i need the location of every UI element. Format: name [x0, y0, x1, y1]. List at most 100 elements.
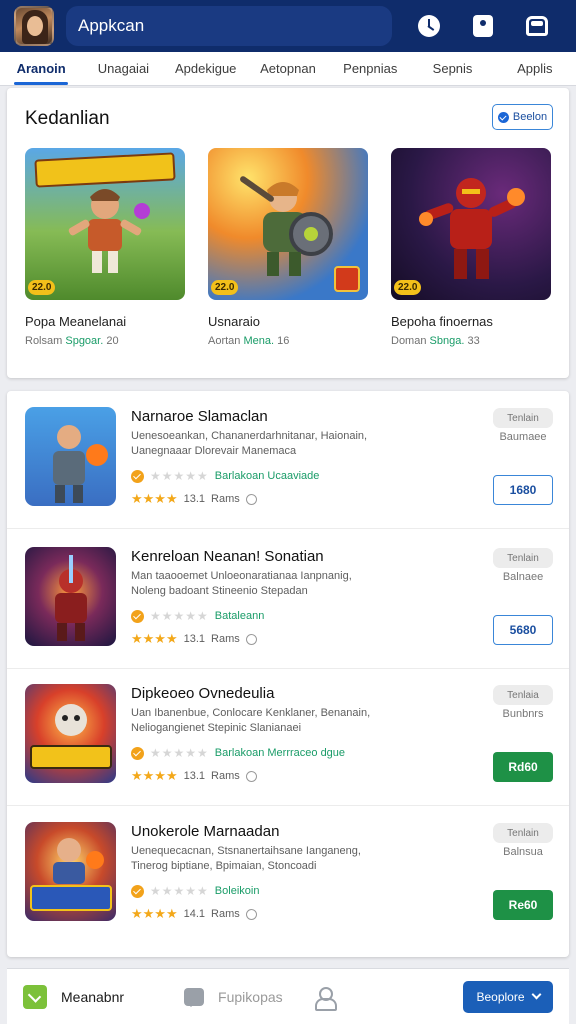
- sale-tag-icon: [334, 266, 360, 292]
- tab-aetopnan[interactable]: Aetopnan: [247, 52, 329, 85]
- category-sub: Baumaee: [499, 431, 547, 443]
- nav-messages[interactable]: Fupikopas: [184, 987, 283, 1007]
- rating-line: ★★★★ 13.1 Rams: [131, 768, 257, 784]
- notifications-button[interactable]: [456, 6, 510, 46]
- rating-line: ★★★★ 13.1 Rams: [131, 491, 257, 507]
- app-thumbnail: [25, 684, 116, 783]
- list-item[interactable]: Unokerole Marnaadan Uenequecacnan, Stsna…: [7, 806, 569, 944]
- featured-card[interactable]: 22.0 Usnaraio Aortan Mena. 16: [208, 148, 368, 347]
- avatar[interactable]: [14, 6, 54, 46]
- rating-badge: 22.0: [211, 280, 239, 295]
- category-tag: Tenlaia: [493, 685, 553, 705]
- empty-stars-icon: ★★★★★: [150, 746, 209, 760]
- search-field[interactable]: Appkcan: [66, 6, 392, 46]
- verified-icon: [131, 469, 144, 483]
- hero-figure: [68, 189, 150, 274]
- clock-icon: [245, 493, 257, 505]
- profile-icon[interactable]: [314, 986, 337, 1011]
- category-tag: Tenlain: [493, 823, 553, 843]
- tab-aranoin[interactable]: Aranoin: [0, 52, 82, 85]
- verified-icon: [131, 884, 144, 898]
- list-item[interactable]: Kenreloan Neanan! Sonatian Man taaooemet…: [7, 531, 569, 669]
- knight-figure: [419, 178, 525, 280]
- star-rating-icon: ★★★★: [131, 491, 178, 506]
- featured-game-name: Usnaraio: [208, 314, 261, 329]
- app-thumbnail: [25, 407, 116, 506]
- bottom-navigation: Meanabnr Fupikopas Beoplore: [7, 968, 569, 1024]
- publisher-line: ★★★★★ Barlakoan Ucaaviade: [131, 469, 319, 483]
- publisher-line: ★★★★★ Bataleann: [131, 609, 264, 623]
- app-description: Man taaooemet Unloeonaratianaa Ianpnanig…: [131, 570, 352, 597]
- app-description: Uenequecacnan, Stsnanertaihsane Ianganen…: [131, 845, 361, 872]
- publisher-line: ★★★★★ Barlakoan Merrraceo dgue: [131, 746, 345, 760]
- app-title: Appkcan: [78, 16, 145, 35]
- tab-applis[interactable]: Applis: [494, 52, 576, 85]
- game-art-image: 22.0: [208, 148, 368, 300]
- app-description: Uenesoeankan, Chananerdarhnitanar, Haion…: [131, 430, 368, 457]
- list-item[interactable]: Dipkeoeo Ovnedeulia Uan Ibanenbue, Conlo…: [7, 668, 569, 806]
- tab-penpnias[interactable]: Penpnias: [329, 52, 411, 85]
- nav-home[interactable]: Meanabnr: [23, 984, 124, 1009]
- game-art-image: 22.0: [391, 148, 551, 300]
- category-tabs: Aranoin Unagaiai Apdekigue Aetopnan Penp…: [0, 52, 576, 86]
- clock-icon: [245, 908, 257, 920]
- featured-action-label: Beelon: [512, 111, 548, 123]
- price-button[interactable]: Rd60: [493, 752, 553, 782]
- featured-game-meta: Rolsam Spgoar. 20: [25, 335, 119, 347]
- chevron-down-icon: [531, 989, 541, 1000]
- bus-icon: [526, 16, 548, 36]
- tab-unagaiai[interactable]: Unagaiai: [82, 52, 164, 85]
- featured-game-name: Bepoha finoernas: [391, 314, 493, 329]
- empty-stars-icon: ★★★★★: [150, 609, 209, 623]
- warrior-figure: [240, 176, 333, 277]
- tab-sepnis[interactable]: Sepnis: [411, 52, 493, 85]
- verified-icon: [131, 746, 144, 760]
- app-thumbnail: [25, 547, 116, 646]
- featured-game-meta: Aortan Mena. 16: [208, 335, 290, 347]
- rating-badge: 22.0: [394, 280, 422, 295]
- tab-apdekigue[interactable]: Apdekigue: [165, 52, 247, 85]
- transport-button[interactable]: [510, 6, 564, 46]
- price-button[interactable]: 1680: [493, 475, 553, 505]
- rating-line: ★★★★ 14.1 Rams: [131, 906, 257, 922]
- rating-line: ★★★★ 13.1 Rams: [131, 631, 257, 647]
- price-button[interactable]: 5680: [493, 615, 553, 645]
- app-list: Narnaroe Slamaclan Uenesoeankan, Chanane…: [7, 391, 569, 957]
- history-button[interactable]: [402, 6, 456, 46]
- app-title: Narnaroe Slamaclan: [131, 408, 268, 425]
- featured-card[interactable]: 22.0 Popa Meanelanai Rolsam Spgoar. 20: [25, 148, 185, 347]
- section-title: Kedanlian: [25, 108, 110, 129]
- featured-game-name: Popa Meanelanai: [25, 314, 127, 329]
- home-check-icon: [23, 984, 47, 1009]
- game-art-image: 22.0: [25, 148, 185, 300]
- check-icon: [497, 111, 509, 123]
- star-rating-icon: ★★★★: [131, 631, 178, 646]
- clock-icon: [245, 770, 257, 782]
- featured-game-meta: Doman Sbnga. 33: [391, 335, 480, 347]
- clock-icon: [418, 15, 440, 37]
- featured-section: Kedanlian Beelon 22.0 Popa Meanelanai Ro…: [7, 88, 569, 378]
- empty-stars-icon: ★★★★★: [150, 884, 209, 898]
- featured-card[interactable]: 22.0 Bepoha finoernas Doman Sbnga. 33: [391, 148, 551, 347]
- app-description: Uan Ibanenbue, Conlocare Kenklaner, Bena…: [131, 707, 371, 734]
- category-tag: Tenlain: [493, 548, 553, 568]
- list-item[interactable]: Narnaroe Slamaclan Uenesoeankan, Chanane…: [7, 391, 569, 529]
- star-rating-icon: ★★★★: [131, 768, 178, 783]
- clock-icon: [245, 633, 257, 645]
- app-title: Dipkeoeo Ovnedeulia: [131, 685, 275, 702]
- badge-icon: [473, 15, 493, 37]
- publisher-line: ★★★★★ Boleikoin: [131, 884, 259, 898]
- app-title: Unokerole Marnaadan: [131, 823, 280, 840]
- app-title: Kenreloan Neanan! Sonatian: [131, 548, 324, 565]
- price-button[interactable]: Re60: [493, 890, 553, 920]
- verified-icon: [131, 609, 144, 623]
- category-tag: Tenlain: [493, 408, 553, 428]
- star-rating-icon: ★★★★: [131, 906, 178, 921]
- app-thumbnail: [25, 822, 116, 921]
- explore-dropdown-button[interactable]: Beoplore: [463, 980, 553, 1013]
- chat-icon: [184, 987, 205, 1007]
- featured-action-button[interactable]: Beelon: [492, 104, 553, 130]
- empty-stars-icon: ★★★★★: [150, 469, 209, 483]
- rating-badge: 22.0: [28, 280, 56, 295]
- top-actions: [402, 6, 564, 46]
